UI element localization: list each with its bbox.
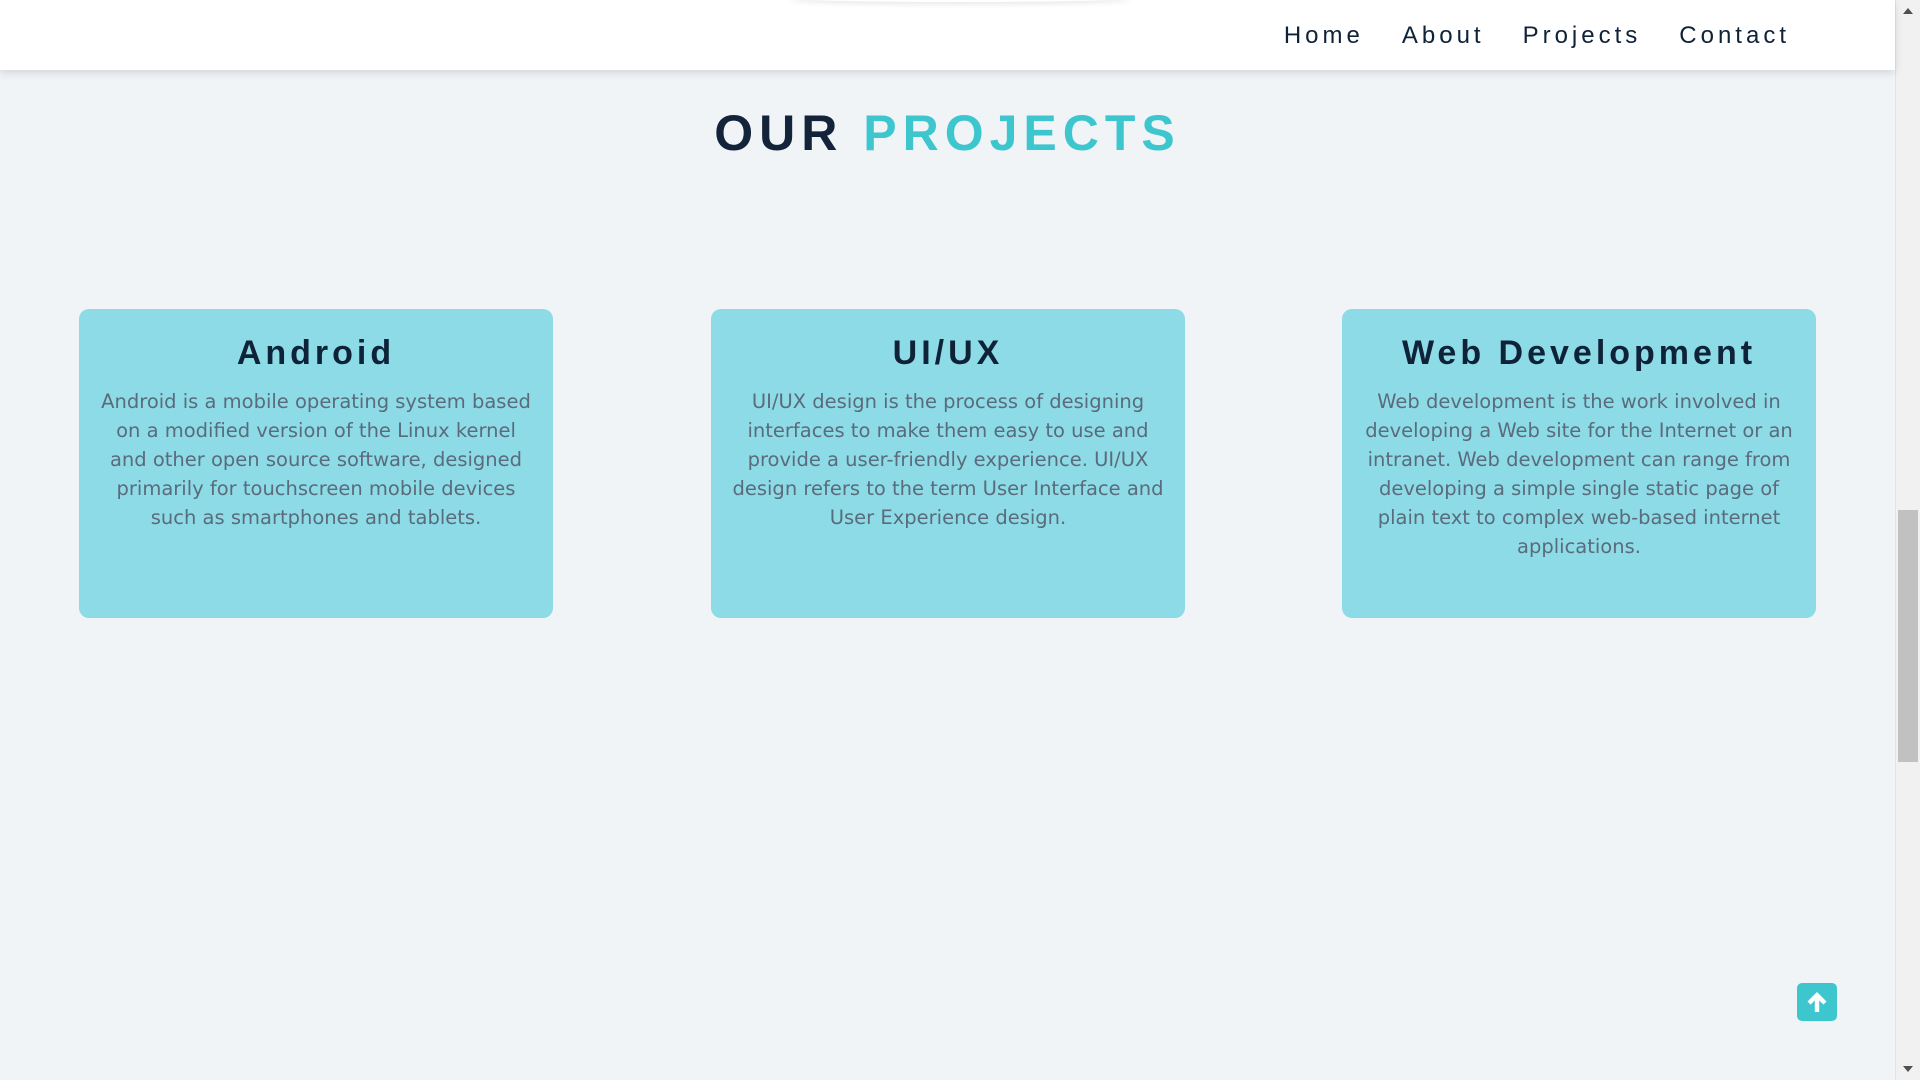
project-card-title: UI/UX [892,334,1004,372]
project-card-android: Android Android is a mobile operating sy… [79,309,553,618]
vertical-scrollbar[interactable] [1895,0,1920,1080]
project-card-title: Android [236,334,396,372]
section-title: OUR PROJECTS [0,104,1895,162]
project-card-title: Web Development [1401,334,1757,372]
back-to-top-button[interactable] [1797,983,1837,1021]
nav-link-home[interactable]: Home [1284,22,1364,50]
project-card-description: Web development is the work involved in … [1365,390,1793,558]
nav-links: Home About Projects Contact [1246,0,1790,72]
nav-link-projects[interactable]: Projects [1523,22,1642,50]
page: Home About Projects Contact OUR PROJECTS… [0,0,1920,1080]
project-card-description: UI/UX design is the process of designing… [732,390,1164,529]
navbar-decoration [790,0,1130,2]
top-navbar: Home About Projects Contact [0,0,1895,70]
section-title-part1: OUR [714,104,844,161]
project-card-web-development: Web Development Web development is the w… [1342,309,1816,618]
arrow-up-icon [1807,992,1827,1012]
section-title-accent: PROJECTS [863,104,1181,161]
project-card-description: Android is a mobile operating system bas… [101,390,531,529]
nav-link-about[interactable]: About [1402,22,1485,50]
scrollbar-thumb[interactable] [1898,510,1918,762]
scroll-up-arrow-icon[interactable] [1903,8,1913,14]
nav-link-contact[interactable]: Contact [1679,22,1790,50]
scroll-down-arrow-icon[interactable] [1903,1066,1913,1072]
project-card-uiux: UI/UX UI/UX design is the process of des… [711,309,1185,618]
